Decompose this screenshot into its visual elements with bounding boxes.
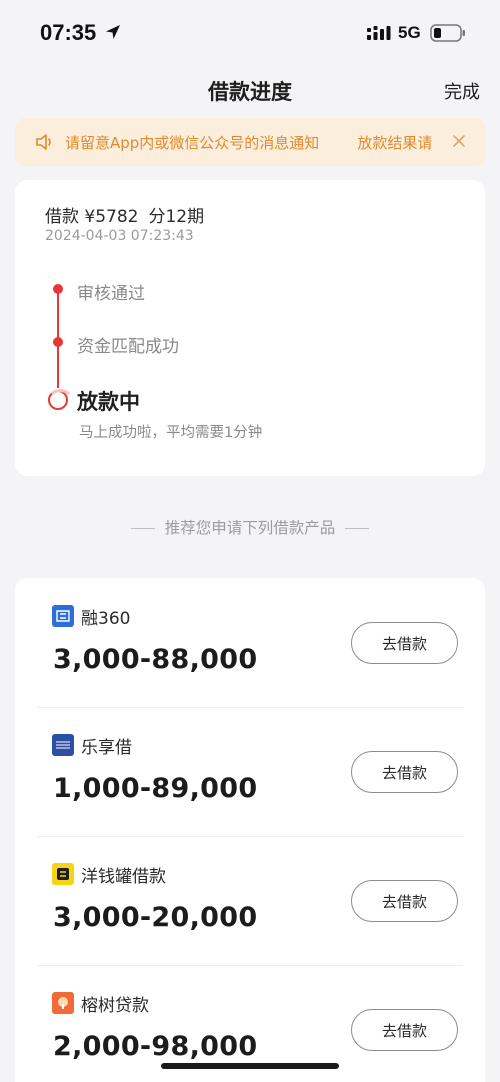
product-amount-range: 3,000-20,000 (53, 902, 258, 933)
rong360-logo-icon (52, 605, 74, 627)
loan-summary: 借款 ¥5782 分12期 (45, 202, 204, 227)
signal-icon (367, 26, 391, 40)
notice-message: 请留意App内或微信公众号的消息通知 (65, 134, 320, 152)
recommend-heading: 推荐您申请下列借款产品 (0, 516, 500, 538)
product-amount-range: 2,000-98,000 (53, 1031, 258, 1062)
yangqianguan-logo-icon (52, 863, 74, 885)
step-disbursing: 放款中 (77, 390, 140, 414)
product-amount-range: 3,000-88,000 (53, 644, 258, 675)
rongshu-logo-icon (52, 992, 74, 1014)
network-type: 5G (398, 23, 421, 42)
status-bar: 07:35 5G (0, 0, 500, 66)
status-time: 07:35 (40, 20, 97, 45)
recommend-heading-text: 推荐您申请下列借款产品 (164, 519, 336, 537)
step-approved: 审核通过 (77, 284, 145, 304)
apply-loan-button[interactable]: 去借款 (351, 622, 458, 664)
loan-timestamp: 2024-04-03 07:23:43 (45, 228, 194, 244)
notice-banner: 请留意App内或微信公众号的消息通知 放款结果请 (15, 118, 485, 166)
apply-loan-button[interactable]: 去借款 (351, 751, 458, 793)
product-name: 洋钱罐借款 (81, 867, 166, 887)
product-amount-range: 1,000-89,000 (53, 773, 258, 804)
step-disbursing-hint: 马上成功啦，平均需要1分钟 (79, 425, 263, 441)
product-name: 榕树贷款 (81, 996, 149, 1016)
product-name: 融360 (81, 609, 131, 629)
product-item: 乐享借 1,000-89,000 去借款 (15, 707, 485, 836)
loan-amount: 借款 ¥5782 (45, 207, 139, 227)
notice-message-tail: 放款结果请 (357, 134, 433, 152)
close-icon[interactable] (451, 133, 467, 149)
notice-text: 请留意App内或微信公众号的消息通知 放款结果请 (65, 132, 455, 153)
loan-term: 分12期 (148, 207, 205, 227)
apply-loan-button[interactable]: 去借款 (351, 1009, 458, 1051)
speaker-icon (36, 134, 51, 150)
loan-progress-card: 借款 ¥5782 分12期 2024-04-03 07:23:43 审核通过 资金… (15, 180, 485, 476)
product-list: 融360 3,000-88,000 去借款 乐享借 1,000-89,000 去… (15, 578, 485, 1082)
battery-icon (430, 24, 465, 42)
product-item: 融360 3,000-88,000 去借款 (15, 578, 485, 707)
divider-line (130, 528, 155, 529)
step-done-dot (53, 284, 63, 294)
apply-loan-button[interactable]: 去借款 (351, 880, 458, 922)
divider-line (345, 528, 370, 529)
step-loading-icon (47, 389, 74, 410)
product-name: 乐享借 (81, 738, 132, 758)
page-title: 借款进度 (208, 80, 292, 104)
home-indicator[interactable] (161, 1063, 339, 1069)
product-item: 洋钱罐借款 3,000-20,000 去借款 (15, 836, 485, 965)
lexiangjie-logo-icon (52, 734, 74, 756)
step-funds-matched: 资金匹配成功 (77, 337, 179, 357)
location-arrow-icon (106, 25, 120, 39)
step-done-dot (53, 337, 63, 347)
done-button[interactable]: 完成 (444, 78, 480, 104)
